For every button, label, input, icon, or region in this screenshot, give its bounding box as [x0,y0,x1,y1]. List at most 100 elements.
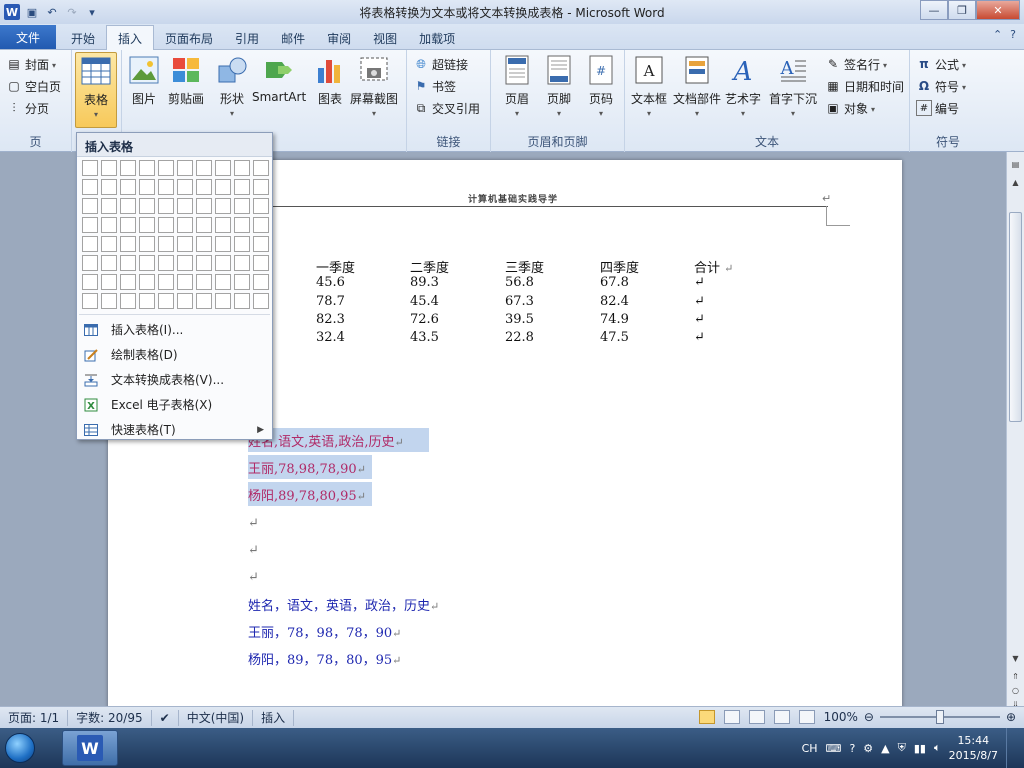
symbol-button[interactable]: Ω 符号 ▾ [910,75,986,97]
table-grid-cell[interactable] [101,293,117,309]
table-grid-cell[interactable] [158,179,174,195]
table-grid-cell[interactable] [158,274,174,290]
table-grid-cell[interactable] [215,293,231,309]
table-grid-cell[interactable] [196,160,212,176]
print-layout-view-icon[interactable] [698,710,715,724]
table-grid-cell[interactable] [253,198,269,214]
table-grid-cell[interactable] [196,198,212,214]
full-screen-view-icon[interactable] [723,710,740,724]
clock[interactable]: 15:44 2015/8/7 [949,733,998,763]
restore-button[interactable]: ❐ [948,0,976,20]
table-grid-cell[interactable] [177,274,193,290]
selected-text-line[interactable]: 杨阳,89,78,80,95↵ [248,482,372,506]
quick-parts-button[interactable]: 文档部件 ▾ [673,54,721,118]
selected-text-line[interactable]: 姓名,语文,英语,政治,历史↵ [248,428,429,452]
draw-table-item[interactable]: 绘制表格(D) [77,342,272,367]
table-grid-cell[interactable] [253,293,269,309]
table-size-grid[interactable] [82,160,269,309]
table-grid-cell[interactable] [101,179,117,195]
hyperlink-button[interactable]: 🌐︎ 超链接 [407,53,490,75]
zoom-slider[interactable] [879,710,1000,724]
wordart-button[interactable]: A 艺术字 ▾ [725,54,761,118]
table-grid-cell[interactable] [82,160,98,176]
table-grid-cell[interactable] [215,179,231,195]
vertical-scrollbar[interactable]: ▤ ▲ ▼ ⇑ ○ ⇓ [1006,152,1024,709]
table-grid-cell[interactable] [177,236,193,252]
tab-review[interactable]: 审阅 [316,27,362,49]
table-grid-cell[interactable] [120,217,136,233]
scroll-down-icon[interactable]: ▼ [1009,652,1022,665]
insert-table-item[interactable]: 插入表格(I)... [77,317,272,342]
outline-view-icon[interactable] [773,710,790,724]
page-break-button[interactable]: ⫶ 分页 [0,97,71,119]
table-grid-cell[interactable] [139,293,155,309]
excel-spreadsheet-item[interactable]: X Excel 电子表格(X) [77,392,272,417]
table-grid-cell[interactable] [101,160,117,176]
bookmark-button[interactable]: ⚑ 书签 [407,75,490,97]
keyboard-icon[interactable]: ⌨ [826,742,842,755]
table-grid-cell[interactable] [215,236,231,252]
table-grid-cell[interactable] [234,160,250,176]
cover-page-button[interactable]: ▤ 封面 ▾ [0,53,71,75]
table-grid-cell[interactable] [215,255,231,271]
table-grid-cell[interactable] [253,160,269,176]
scroll-thumb[interactable] [1009,212,1022,422]
tab-home[interactable]: 开始 [60,27,106,49]
table-grid-cell[interactable] [139,198,155,214]
page-number-button[interactable]: # 页码 ▾ [585,54,617,118]
table-grid-cell[interactable] [215,198,231,214]
help-icon[interactable]: ? [1010,28,1016,41]
minimize-button[interactable]: — [920,0,948,20]
word-count[interactable]: 字数: 20/95 [68,709,152,726]
table-grid-cell[interactable] [120,255,136,271]
table-grid-cell[interactable] [253,274,269,290]
table-grid-cell[interactable] [158,293,174,309]
previous-page-icon[interactable]: ⇑ [1009,670,1022,683]
table-grid-cell[interactable] [196,293,212,309]
equation-button[interactable]: π 公式 ▾ [910,53,986,75]
table-grid-cell[interactable] [139,179,155,195]
table-grid-cell[interactable] [253,255,269,271]
table-grid-cell[interactable] [234,236,250,252]
table-grid-cell[interactable] [196,274,212,290]
table-grid-cell[interactable] [120,293,136,309]
table-grid-cell[interactable] [82,217,98,233]
drop-cap-button[interactable]: A 首字下沉 ▾ [769,54,817,118]
table-grid-cell[interactable] [234,217,250,233]
text-line[interactable]: 姓名，语文，英语，政治，历史↵ [248,595,439,614]
table-grid-cell[interactable] [253,179,269,195]
save-icon[interactable]: ▣ [24,4,40,20]
table-grid-cell[interactable] [139,255,155,271]
word-logo-icon[interactable]: W [4,4,20,20]
table-grid-cell[interactable] [196,179,212,195]
selected-text-line[interactable]: 王丽,78,98,78,90↵ [248,455,372,479]
tab-addins[interactable]: 加载项 [408,27,466,49]
screenshot-button[interactable]: 屏幕截图 ▾ [350,54,398,118]
table-grid-cell[interactable] [234,255,250,271]
text-line[interactable]: 王丽，78，98，78，90↵ [248,622,401,641]
clipart-button[interactable]: 剪贴画 [168,54,204,107]
table-grid-cell[interactable] [215,160,231,176]
shapes-button[interactable]: 形状 ▾ [216,54,248,118]
table-grid-cell[interactable] [234,198,250,214]
table-grid-cell[interactable] [82,274,98,290]
table-grid-cell[interactable] [234,179,250,195]
table-grid-cell[interactable] [253,236,269,252]
quick-tables-item[interactable]: 快速表格(T) ▶ [77,417,272,442]
table-grid-cell[interactable] [158,217,174,233]
table-grid-cell[interactable] [120,160,136,176]
table-grid-cell[interactable] [215,217,231,233]
table-grid-cell[interactable] [253,217,269,233]
table-grid-cell[interactable] [101,236,117,252]
table-grid-cell[interactable] [158,255,174,271]
table-grid-cell[interactable] [139,274,155,290]
table-grid-cell[interactable] [101,217,117,233]
footer-button[interactable]: 页脚 ▾ [543,54,575,118]
table-grid-cell[interactable] [82,293,98,309]
zoom-out-icon[interactable]: ⊖ [864,710,874,724]
table-button[interactable]: 表格 ▾ [75,52,117,128]
cross-reference-button[interactable]: ⧉ 交叉引用 [407,97,490,119]
table-grid-cell[interactable] [196,236,212,252]
table-grid-cell[interactable] [101,274,117,290]
table-grid-cell[interactable] [158,236,174,252]
